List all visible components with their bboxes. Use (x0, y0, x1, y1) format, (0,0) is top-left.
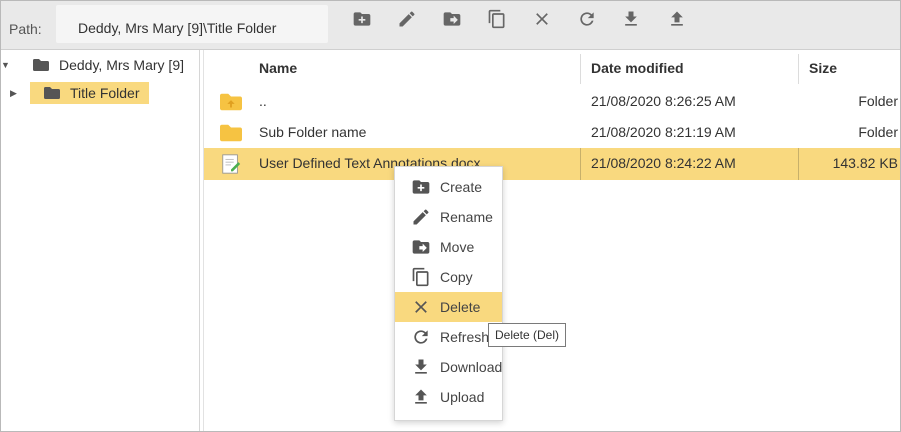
move-button[interactable] (440, 7, 464, 31)
download-button[interactable] (619, 7, 643, 31)
upload-button[interactable] (665, 7, 689, 31)
path-label: Path: (9, 21, 42, 37)
folder-tree: ▼ Deddy, Mrs Mary [9] Title Folder ▶ (1, 50, 200, 431)
menu-item-label: Delete (440, 299, 481, 315)
refresh-button[interactable] (575, 7, 599, 31)
column-header-date[interactable]: Date modified (591, 60, 684, 76)
menu-item-label: Upload (440, 389, 485, 405)
file-manager-window: Path: Deddy, Mrs Mary [9]\Title Folder ▼… (0, 0, 901, 432)
file-name: .. (259, 93, 267, 109)
column-separator[interactable] (798, 54, 799, 84)
column-header-size[interactable]: Size (809, 60, 837, 76)
menu-item-label: Copy (440, 269, 473, 285)
file-list: Name Date modified Size .. 21/08/2020 8:… (204, 50, 900, 431)
menu-item-label: Download (440, 359, 503, 375)
menu-item-download[interactable]: Download (395, 352, 502, 382)
menu-item-upload[interactable]: Upload (395, 382, 502, 412)
tree-item-label: Title Folder (70, 85, 140, 101)
document-icon (220, 153, 242, 174)
refresh-icon (411, 327, 431, 347)
menu-item-rename[interactable]: Rename (395, 202, 502, 232)
rename-icon (399, 11, 415, 27)
folder-icon (220, 123, 242, 143)
refresh-icon (580, 12, 594, 26)
rename-button[interactable] (395, 7, 419, 31)
create-folder-button[interactable] (350, 7, 374, 31)
delete-icon (411, 297, 431, 317)
file-date: 21/08/2020 8:21:19 AM (591, 124, 736, 140)
menu-item-delete[interactable]: Delete (395, 292, 502, 322)
toolbar: Path: Deddy, Mrs Mary [9]\Title Folder (1, 1, 900, 50)
tooltip: Delete (Del) (488, 323, 567, 347)
folder-icon (33, 58, 51, 72)
copy-icon (411, 267, 431, 287)
download-icon (625, 11, 637, 26)
list-header: Name Date modified Size (204, 50, 900, 84)
delete-icon (536, 13, 548, 25)
parent-folder-icon (220, 92, 242, 112)
column-separator (798, 148, 799, 180)
menu-item-refresh[interactable]: Refresh (395, 322, 502, 352)
delete-button[interactable] (530, 7, 554, 31)
copy-icon (488, 9, 505, 29)
tree-item-title-folder[interactable]: Title Folder (30, 82, 149, 104)
file-date: 21/08/2020 8:24:22 AM (591, 155, 736, 171)
path-value: Deddy, Mrs Mary [9]\Title Folder (78, 20, 277, 36)
menu-item-copy[interactable]: Copy (395, 262, 502, 292)
menu-item-create[interactable]: Create (395, 172, 502, 202)
menu-item-label: Rename (440, 209, 493, 225)
file-size: 143.82 KB (832, 155, 898, 171)
file-name: Sub Folder name (259, 124, 367, 140)
list-row-document[interactable]: User Defined Text Annotations.docx 21/08… (204, 148, 900, 180)
expanded-arrow-icon[interactable]: ▼ (1, 60, 11, 70)
copy-button[interactable] (485, 7, 509, 31)
column-header-name[interactable]: Name (259, 60, 297, 76)
move-icon (443, 12, 461, 26)
menu-item-label: Refresh (440, 329, 490, 345)
tree-item-root[interactable]: ▼ Deddy, Mrs Mary [9] (1, 54, 184, 76)
column-separator[interactable] (580, 54, 581, 84)
menu-item-label: Move (440, 239, 475, 255)
column-separator (580, 148, 581, 180)
create-folder-icon (353, 12, 371, 26)
path-field[interactable]: Deddy, Mrs Mary [9]\Title Folder (56, 5, 328, 43)
collapsed-arrow-icon[interactable]: ▶ (10, 88, 17, 99)
rename-icon (411, 207, 431, 227)
context-menu: Create Rename Move Copy Delete Refresh D… (394, 166, 503, 421)
menu-item-move[interactable]: Move (395, 232, 502, 262)
file-size: Folder (858, 124, 898, 140)
upload-icon (671, 11, 683, 26)
menu-item-label: Create (440, 179, 483, 195)
download-icon (411, 357, 431, 377)
create-folder-icon (411, 177, 431, 197)
list-row-parent[interactable]: .. 21/08/2020 8:26:25 AM Folder (204, 86, 900, 116)
move-icon (411, 237, 431, 257)
upload-icon (411, 387, 431, 407)
list-row-folder[interactable]: Sub Folder name 21/08/2020 8:21:19 AM Fo… (204, 117, 900, 147)
file-size: Folder (858, 93, 898, 109)
folder-icon (44, 86, 62, 100)
file-date: 21/08/2020 8:26:25 AM (591, 93, 736, 109)
tree-item-label: Deddy, Mrs Mary [9] (59, 57, 184, 73)
